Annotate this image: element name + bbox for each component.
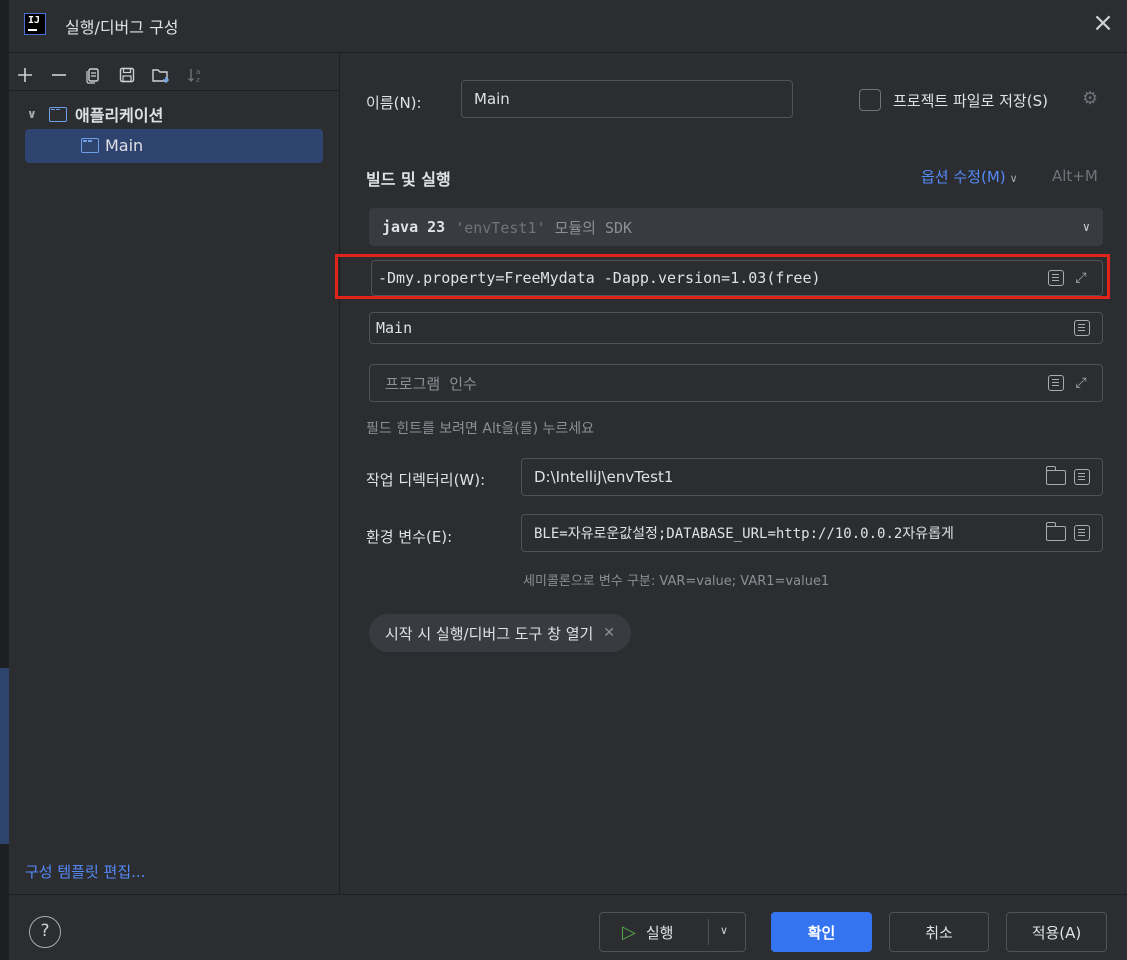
svg-text:a: a: [196, 68, 200, 76]
close-icon[interactable]: ✕: [603, 625, 615, 641]
play-icon: ▷: [622, 921, 636, 943]
chevron-down-icon[interactable]: ∨: [27, 107, 41, 121]
sdk-suffix: 모듈의 SDK: [554, 218, 633, 237]
sdk-select[interactable]: java 23 'envTest1' 모듈의 SDK ∨: [369, 208, 1103, 246]
vm-options-value: -Dmy.property=FreeMydata -Dapp.version=1…: [378, 269, 821, 287]
environment-variables-field[interactable]: BLE=자유로운값설정;DATABASE_URL=http://10.0.0.2…: [521, 514, 1103, 552]
configuration-form: 이름(N): 프로젝트 파일로 저장(S) ⚙ 빌드 및 실행 옵션 수정(M)…: [335, 54, 1127, 894]
field-hint: 필드 힌트를 보려면 Alt을(를) 누르세요: [366, 421, 594, 437]
expand-icon[interactable]: ⤢: [1072, 269, 1090, 287]
save-to-project-label[interactable]: 프로젝트 파일로 저장(S): [893, 90, 1048, 111]
sort-icon[interactable]: az: [185, 65, 205, 85]
field-icons: ⤢: [1048, 269, 1090, 287]
run-button[interactable]: ▷ 실행 ∨: [599, 912, 746, 952]
save-icon[interactable]: [117, 65, 137, 85]
field-icons: ⤢: [1048, 374, 1090, 392]
toolbar-divider: [9, 90, 339, 91]
title-bar: IJ 실행/디버그 구성 ×: [9, 0, 1127, 53]
working-directory-value: D:\IntelliJ\envTest1: [534, 468, 674, 486]
split-divider: [708, 919, 709, 945]
section-title: 빌드 및 실행: [366, 170, 451, 189]
name-input[interactable]: [461, 80, 793, 118]
close-icon[interactable]: ×: [1091, 10, 1115, 36]
add-icon[interactable]: [15, 65, 35, 85]
apply-button[interactable]: 적용(A): [1006, 912, 1107, 952]
working-directory-field[interactable]: D:\IntelliJ\envTest1: [521, 458, 1103, 496]
field-icons: [1045, 521, 1090, 541]
working-directory-label: 작업 디렉터리(W):: [366, 471, 486, 489]
tree-toolbar: az: [15, 60, 205, 90]
tree-item-label: Main: [105, 136, 144, 155]
chevron-down-icon[interactable]: ∨: [720, 924, 728, 937]
copy-icon[interactable]: [83, 65, 103, 85]
sdk-java-version: java 23: [382, 218, 446, 236]
background-selection: [0, 668, 9, 844]
modify-options-link[interactable]: 옵션 수정(M) ∨: [921, 166, 1018, 187]
document-icon[interactable]: [1074, 525, 1090, 541]
folder-icon[interactable]: [1045, 465, 1066, 485]
document-icon[interactable]: [1048, 375, 1064, 391]
run-button-label: 실행: [645, 923, 674, 942]
folder-icon[interactable]: [1045, 521, 1066, 541]
new-folder-icon[interactable]: [151, 65, 171, 85]
cancel-button[interactable]: 취소: [889, 912, 989, 952]
environment-variables-value: BLE=자유로운값설정;DATABASE_URL=http://10.0.0.2…: [534, 526, 954, 542]
document-icon[interactable]: [1048, 270, 1064, 286]
vm-options-field[interactable]: -Dmy.property=FreeMydata -Dapp.version=1…: [371, 260, 1103, 296]
expand-icon[interactable]: ⤢: [1072, 374, 1090, 392]
program-arguments-field[interactable]: 프로그램 인수 ⤢: [369, 364, 1103, 402]
modify-options-shortcut: Alt+M: [1052, 167, 1098, 185]
name-label: 이름(N):: [366, 94, 422, 112]
edit-templates-link[interactable]: 구성 템플릿 편집...: [25, 861, 145, 882]
sdk-module-name: 'envTest1': [455, 218, 546, 237]
dialog-footer: ? ▷ 실행 ∨ 확인 취소 적용(A): [9, 894, 1127, 960]
document-icon[interactable]: [1074, 320, 1090, 336]
tree-group-label: 애플리케이션: [75, 106, 164, 125]
field-icons: [1074, 320, 1090, 336]
main-class-field[interactable]: Main: [369, 312, 1103, 344]
configuration-tree-panel: az ∨ 애플리케이션 Main 구성 템플릿 편집...: [9, 54, 340, 894]
ok-button[interactable]: 확인: [771, 912, 872, 952]
environment-variables-label: 환경 변수(E):: [366, 528, 453, 546]
background-window-strip: [0, 0, 9, 960]
tree-item-main[interactable]: Main: [25, 129, 323, 163]
window-title: 실행/디버그 구성: [65, 18, 179, 37]
remove-icon[interactable]: [49, 65, 69, 85]
document-icon[interactable]: [1074, 469, 1090, 485]
intellij-logo-icon: IJ: [24, 13, 46, 35]
help-icon[interactable]: ?: [29, 916, 61, 948]
option-chip-label: 시작 시 실행/디버그 도구 창 열기: [385, 624, 594, 643]
chevron-down-icon: ∨: [1082, 220, 1090, 234]
tree-group-application[interactable]: ∨ 애플리케이션: [27, 102, 163, 126]
main-class-value: Main: [376, 319, 413, 337]
environment-variables-hint: 세미콜론으로 변수 구분: VAR=value; VAR1=value1: [523, 574, 830, 589]
modify-options-label: 옵션 수정(M): [921, 168, 1006, 186]
field-icons: [1045, 465, 1090, 485]
save-to-project-checkbox[interactable]: [859, 89, 881, 111]
program-arguments-placeholder: 프로그램 인수: [385, 374, 477, 393]
application-icon: [81, 138, 99, 153]
application-icon: [49, 106, 67, 122]
svg-text:z: z: [196, 76, 200, 84]
chevron-down-icon: ∨: [1009, 172, 1018, 185]
gear-icon[interactable]: ⚙: [1082, 88, 1098, 109]
option-chip[interactable]: 시작 시 실행/디버그 도구 창 열기 ✕: [369, 614, 632, 652]
sdk-module: 'envTest1' 모듈의 SDK: [455, 217, 632, 238]
